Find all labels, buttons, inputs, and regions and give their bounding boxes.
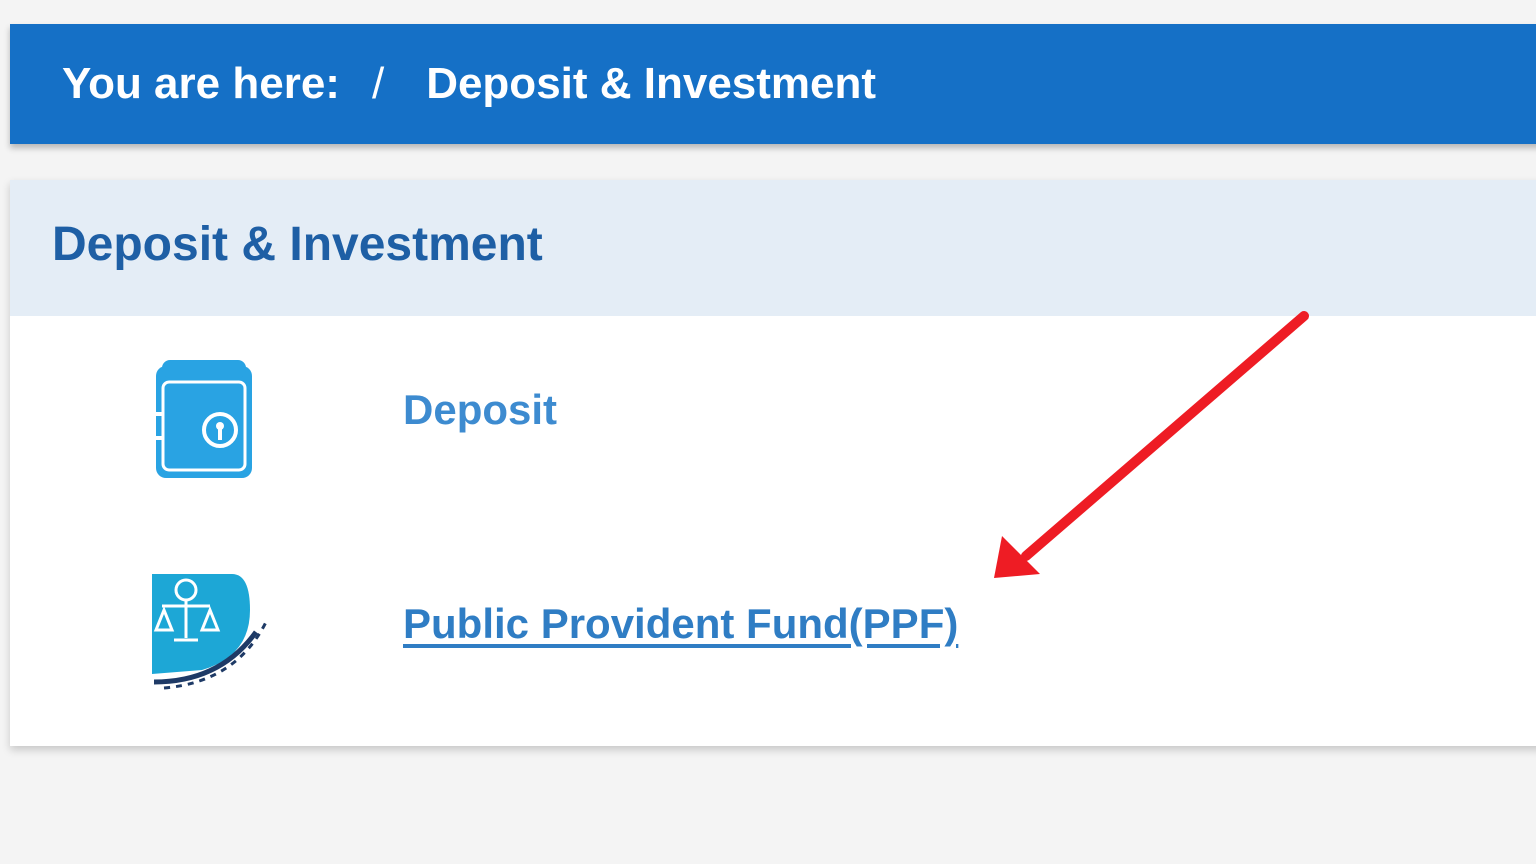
panel-header: Deposit & Investment [10,180,1536,316]
breadcrumb-current[interactable]: Deposit & Investment [426,59,876,109]
deposit-link[interactable]: Deposit [403,386,557,434]
breadcrumb-prefix: You are here: [62,59,340,108]
deposit-investment-panel: Deposit & Investment Deposit Public Prov… [10,180,1536,746]
breadcrumb: You are here: / Deposit & Investment [10,24,1536,144]
ppf-link[interactable]: Public Provident Fund(PPF) [403,600,958,648]
safe-locker-icon[interactable] [150,356,256,489]
panel-title: Deposit & Investment [52,217,543,271]
breadcrumb-separator: / [371,59,385,108]
page: You are here: / Deposit & Investment Dep… [0,0,1536,864]
ppf-scales-icon[interactable] [150,570,274,699]
